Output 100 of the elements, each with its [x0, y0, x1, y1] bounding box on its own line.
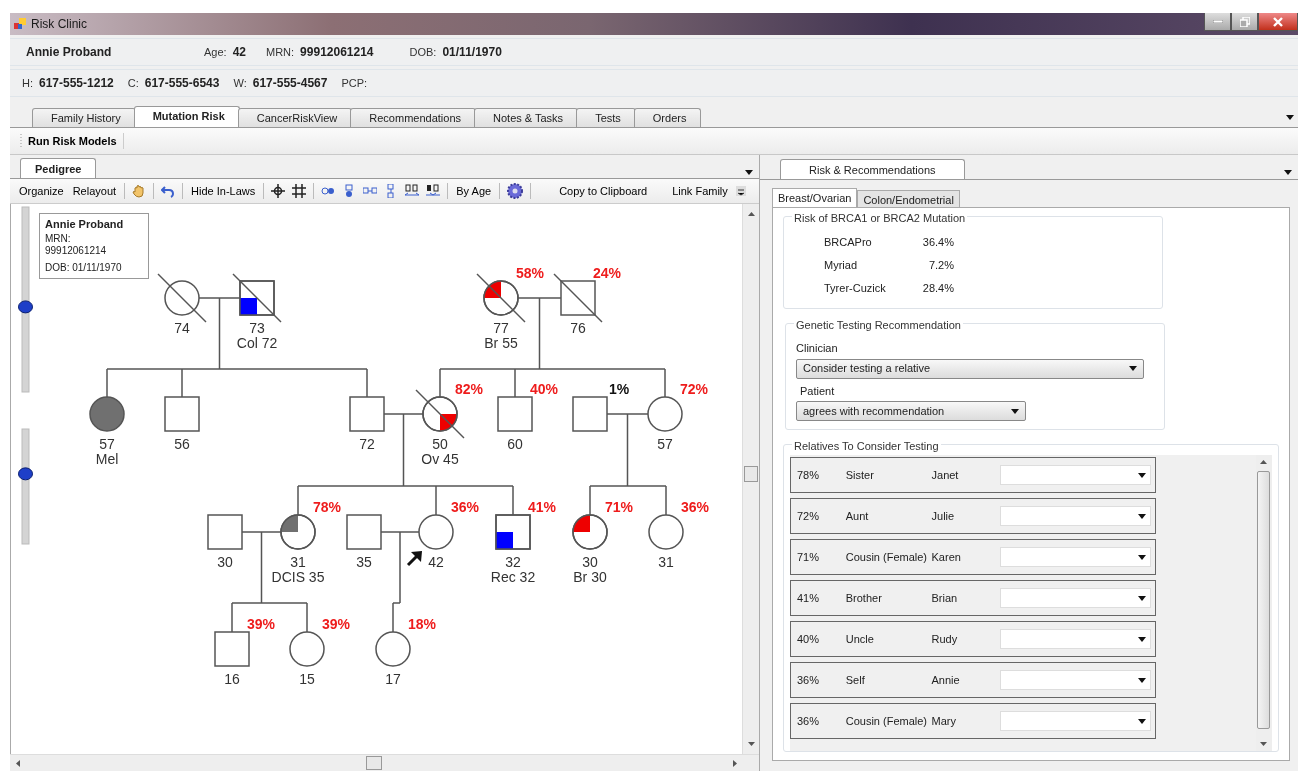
toolbar-button[interactable]: By Age	[455, 182, 493, 200]
vertical-scrollbar[interactable]	[742, 204, 759, 754]
female-symbol[interactable]	[572, 514, 608, 550]
diagnosis-label: Br 30	[573, 569, 607, 585]
dropdown-arrow-icon[interactable]	[1284, 169, 1292, 175]
run-risk-models-button[interactable]: Run Risk Models	[22, 132, 124, 150]
female-symbol[interactable]	[647, 396, 683, 432]
age-label: 17	[385, 671, 401, 687]
field-value: 99912061214	[300, 44, 374, 61]
toolbar-button[interactable]: Link Family	[671, 182, 729, 200]
risk-label: 18%	[408, 616, 436, 632]
female-symbol[interactable]	[418, 514, 454, 550]
dropdown-arrow-icon[interactable]	[745, 169, 753, 175]
age-label: 57	[99, 436, 115, 452]
female-symbol[interactable]	[89, 396, 125, 432]
risk-value: 36%	[797, 672, 821, 688]
male-symbol[interactable]	[214, 631, 250, 667]
scroll-down-icon[interactable]	[1260, 742, 1267, 746]
toolbar-button[interactable]: Copy to Clipboard	[558, 182, 649, 200]
age-label: 57	[657, 436, 673, 452]
clinician-dropdown[interactable]: Consider testing a relative	[796, 358, 1144, 379]
male-symbol[interactable]	[207, 514, 243, 550]
male-symbol[interactable]	[497, 396, 533, 432]
dropdown-arrow-icon[interactable]	[1011, 408, 1019, 414]
tab[interactable]: Pedigree	[20, 158, 97, 178]
tab[interactable]: Tests	[576, 108, 636, 127]
restore-icon	[1239, 16, 1250, 27]
dropdown-arrow-icon[interactable]	[1138, 636, 1146, 642]
overflow-icon[interactable]	[735, 186, 746, 196]
tab[interactable]: CancerRiskView	[237, 108, 353, 127]
slider-thumb[interactable]	[18, 300, 33, 314]
diagnosis-label: Br 55	[484, 335, 518, 351]
dropdown-arrow-icon[interactable]	[1129, 366, 1137, 371]
restore-button[interactable]	[1231, 13, 1258, 31]
male-symbol[interactable]	[495, 514, 531, 550]
risk-value: 36%	[797, 713, 821, 729]
tab[interactable]: Breast/Ovarian	[772, 188, 858, 207]
hand-icon[interactable]	[132, 184, 147, 198]
undo-icon[interactable]	[161, 184, 176, 198]
female-symbol[interactable]	[375, 631, 411, 667]
age-label: 76	[570, 320, 586, 336]
dropdown-arrow-icon[interactable]	[1138, 554, 1146, 560]
toolbar-button[interactable]: Organize	[18, 182, 65, 200]
female-symbol[interactable]	[648, 514, 684, 550]
gear-icon[interactable]	[507, 183, 524, 199]
scrollbar-thumb[interactable]	[744, 466, 758, 482]
dropdown-arrow-icon[interactable]	[1138, 677, 1146, 683]
horizontal-scrollbar[interactable]	[10, 754, 759, 771]
toolbar-button[interactable]: Hide In-Laws	[190, 182, 257, 200]
compress-icon[interactable]	[426, 184, 441, 198]
close-button[interactable]	[1258, 13, 1298, 31]
tab[interactable]: Notes & Tasks	[474, 108, 579, 127]
model-value: 28.4%	[921, 281, 954, 297]
relative-name: Janet	[931, 467, 960, 483]
scroll-up-icon[interactable]	[748, 212, 755, 216]
scroll-left-icon[interactable]	[16, 760, 20, 767]
scrollbar-thumb[interactable]	[366, 756, 382, 770]
female-symbol[interactable]	[280, 514, 316, 550]
tab[interactable]: Recommendations	[350, 108, 476, 127]
field-label: Clinician	[796, 341, 839, 356]
dropdown-arrow-icon[interactable]	[1138, 513, 1146, 519]
dropdown-arrow-icon[interactable]	[1138, 718, 1146, 724]
risk-label: 58%	[516, 265, 544, 281]
scroll-up-icon[interactable]	[1260, 460, 1267, 464]
male-symbol[interactable]	[232, 273, 282, 323]
risk-label: 39%	[247, 616, 275, 632]
slider-thumb[interactable]	[18, 467, 33, 481]
age-label: 32	[505, 554, 521, 570]
tab[interactable]: Mutation Risk	[133, 106, 240, 127]
toolbar-button[interactable]: Relayout	[71, 182, 118, 200]
minimize-button[interactable]	[1204, 13, 1231, 31]
zoom-slider[interactable]	[18, 206, 33, 393]
dropdown-arrow-icon[interactable]	[1138, 595, 1146, 601]
grid-icon[interactable]	[292, 184, 307, 198]
tab[interactable]: Colon/Endometrial	[857, 190, 960, 207]
patient-dropdown[interactable]: agrees with recommendation	[796, 401, 1026, 421]
male-symbol[interactable]	[349, 396, 385, 432]
tab[interactable]: Risk & Recommendations	[780, 159, 965, 179]
dropdown-arrow-icon[interactable]	[1286, 114, 1294, 120]
tab[interactable]: Family History	[32, 108, 136, 127]
male-symbol[interactable]	[572, 396, 608, 432]
tab[interactable]: Orders	[633, 108, 702, 127]
mrn-label: MRN:	[45, 233, 72, 245]
male-symbol[interactable]	[346, 514, 382, 550]
scrollbar-thumb[interactable]	[1257, 471, 1270, 729]
dropdown-arrow-icon[interactable]	[1138, 472, 1146, 478]
scroll-right-icon[interactable]	[733, 760, 737, 767]
female-symbol[interactable]	[289, 631, 325, 667]
mrn-value: 99912061214	[45, 245, 108, 257]
phone-label: H:	[22, 75, 33, 91]
female-symbol[interactable]	[157, 273, 207, 323]
expand-icon[interactable]	[405, 184, 420, 198]
crosshair-icon[interactable]	[271, 184, 286, 198]
age-label: 42	[428, 554, 444, 570]
spacing-icon[interactable]	[321, 184, 336, 198]
male-symbol[interactable]	[164, 396, 200, 432]
relation-text: Cousin (Female)	[845, 713, 929, 729]
age-label: 31	[290, 554, 306, 570]
scroll-down-icon[interactable]	[748, 742, 755, 746]
zoom-slider[interactable]	[18, 428, 33, 545]
